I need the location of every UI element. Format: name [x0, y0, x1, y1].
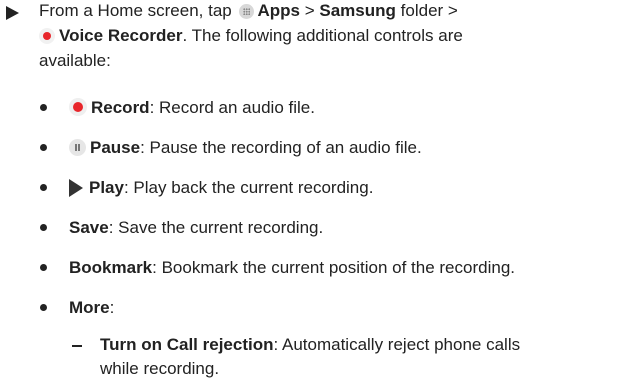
call-rejection-desc-2: while recording. [100, 359, 220, 378]
list-item-record: Record: Record an audio file. [69, 96, 315, 120]
call-rejection-label: Turn on Call rejection [100, 335, 274, 354]
play-label: Play [89, 178, 124, 197]
list-item-save: Save: Save the current recording. [69, 216, 323, 240]
apps-icon [239, 4, 255, 19]
bullet-icon [40, 184, 47, 191]
list-item-play: Play: Play back the current recording. [69, 176, 373, 200]
apps-label: Apps [257, 1, 300, 20]
intro-line-1: From a Home screen, tap Apps > Samsung f… [39, 0, 458, 23]
play-desc: : Play back the current recording. [123, 178, 374, 197]
arrow-bullet-icon [6, 6, 19, 20]
play-icon [69, 179, 83, 197]
sub-item-call-rejection-line-2: while recording. [100, 357, 219, 381]
bullet-icon [40, 104, 47, 111]
intro-text-2: . The following additional controls are [182, 26, 463, 45]
list-item-more: More: [69, 296, 114, 320]
pause-desc: : Pause the recording of an audio file. [140, 138, 422, 157]
record-desc: : Record an audio file. [149, 98, 315, 117]
record-label: Record [91, 98, 150, 117]
more-label: More [69, 298, 110, 317]
list-item-bookmark: Bookmark: Bookmark the current position … [69, 256, 515, 280]
dash-bullet-icon [72, 345, 82, 347]
bookmark-desc: : Bookmark the current position of the r… [152, 258, 515, 277]
voice-recorder-label: Voice Recorder [59, 26, 183, 45]
intro-text: From a Home screen, tap [39, 1, 232, 20]
folder-text: folder > [400, 1, 458, 20]
sub-item-call-rejection: Turn on Call rejection: Automatically re… [100, 333, 520, 357]
pause-label: Pause [90, 138, 141, 157]
save-desc: : Save the current recording. [108, 218, 324, 237]
intro-text-3: available: [39, 51, 111, 70]
voice-recorder-icon [39, 28, 55, 44]
bullet-icon [40, 144, 47, 151]
bullet-icon [40, 304, 47, 311]
samsung-label: Samsung [319, 1, 396, 20]
pause-icon [69, 139, 86, 156]
record-icon [69, 98, 87, 116]
bullet-icon [40, 224, 47, 231]
more-desc: : [109, 298, 115, 317]
separator: > [304, 1, 315, 20]
call-rejection-desc: : Automatically reject phone calls [273, 335, 521, 354]
save-label: Save [69, 218, 109, 237]
intro-line-3: available: [39, 49, 111, 73]
intro-line-2: Voice Recorder. The following additional… [39, 24, 463, 48]
bullet-icon [40, 264, 47, 271]
instructions-page: From a Home screen, tap Apps > Samsung f… [0, 0, 631, 378]
list-item-pause: Pause: Pause the recording of an audio f… [69, 136, 422, 160]
bookmark-label: Bookmark [69, 258, 153, 277]
